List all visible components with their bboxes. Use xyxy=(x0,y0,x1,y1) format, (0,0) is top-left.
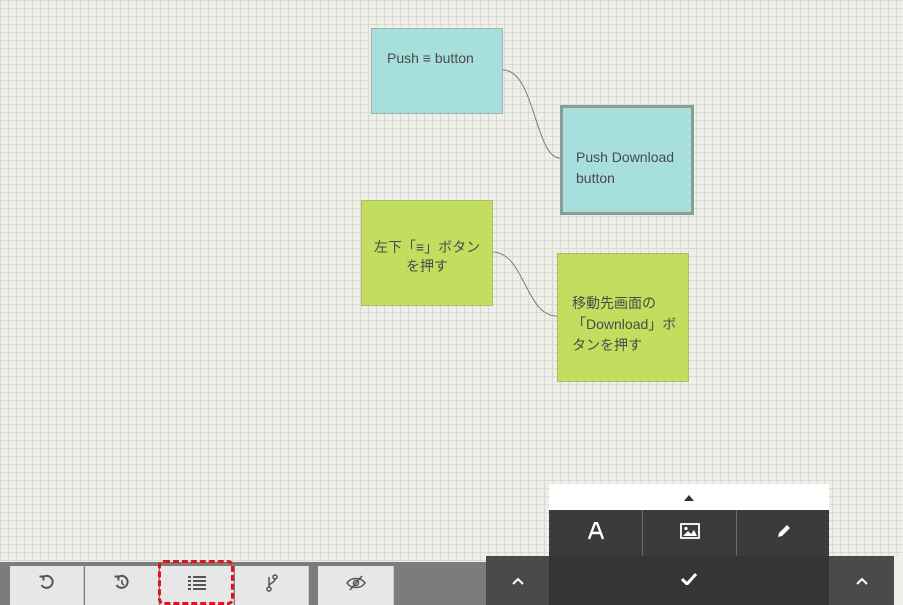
note-text: 左下「≡」ボタン を押す xyxy=(373,239,481,274)
undo-button[interactable] xyxy=(10,566,84,605)
note-text: Push Download button xyxy=(576,149,675,186)
highlight-box xyxy=(158,560,234,605)
check-icon xyxy=(680,572,698,590)
history-button[interactable] xyxy=(85,566,159,605)
edge-strip xyxy=(894,556,903,605)
undo-icon xyxy=(38,574,56,597)
add-image-button[interactable] xyxy=(642,510,737,556)
eye-slash-icon xyxy=(345,575,366,596)
branch-button[interactable] xyxy=(235,566,309,605)
caret-up-icon xyxy=(684,488,694,506)
connector-line xyxy=(502,69,561,159)
bottom-toolbar xyxy=(0,562,486,605)
sticky-note-push-menu[interactable]: Push ≡ button xyxy=(371,28,503,114)
pencil-icon xyxy=(776,523,792,544)
note-text: 移動先画面の 「Download」ボ タンを押す xyxy=(572,295,677,353)
confirm-button[interactable] xyxy=(549,556,829,605)
sticky-note-jp-download[interactable]: 移動先画面の 「Download」ボ タンを押す xyxy=(557,253,689,382)
text-icon xyxy=(587,521,605,545)
branch-icon xyxy=(265,574,279,597)
note-text: Push ≡ button xyxy=(387,50,474,66)
draw-button[interactable] xyxy=(736,510,830,556)
popup-collapse-bar[interactable] xyxy=(549,484,829,510)
expand-left-button[interactable] xyxy=(486,556,549,605)
connector-line xyxy=(491,251,558,317)
image-icon xyxy=(680,522,700,544)
history-icon xyxy=(113,574,131,597)
add-text-button[interactable] xyxy=(549,510,642,556)
hide-button[interactable] xyxy=(318,566,394,605)
sticky-note-push-download[interactable]: Push Download button xyxy=(560,105,694,215)
popup-tool-row xyxy=(549,510,829,556)
chevron-up-icon xyxy=(511,572,524,590)
sticky-note-jp-menu[interactable]: 左下「≡」ボタン を押す xyxy=(361,200,493,306)
chevron-up-icon xyxy=(855,572,868,590)
expand-right-button[interactable] xyxy=(829,556,894,605)
